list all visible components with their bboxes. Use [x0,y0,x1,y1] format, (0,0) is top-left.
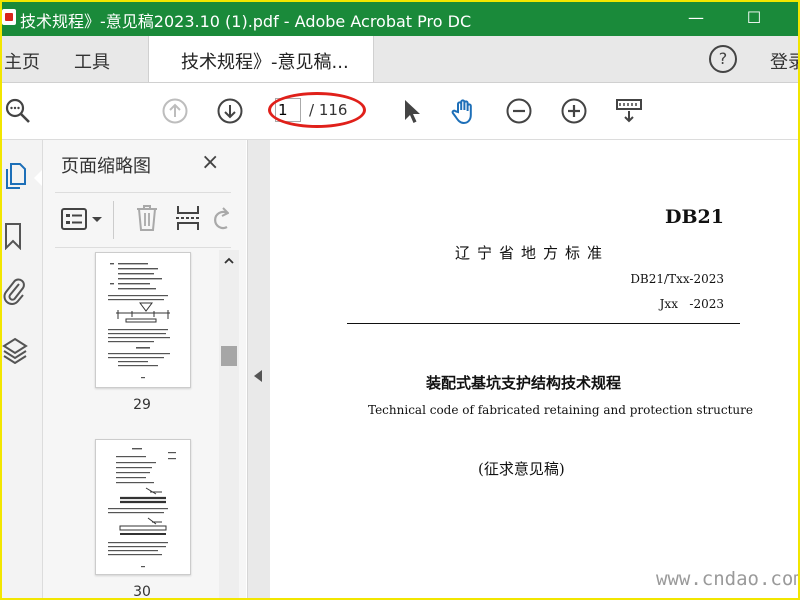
document-title-cn: 装配式基坑支护结构技术规程 [426,374,622,392]
bookmarks-icon[interactable] [4,222,22,250]
zoom-in-icon[interactable] [560,97,588,125]
tab-document[interactable]: 技术规程》-意见稿... [148,36,374,82]
thumbnail-toolbar [55,192,231,248]
standard-number-1: DB21/Txx-2023 [630,272,724,286]
layers-icon[interactable] [2,336,28,364]
tab-home[interactable]: 主页 [4,48,40,74]
select-cursor-icon[interactable] [398,97,426,125]
highlight-annotation-ellipse [268,92,366,128]
insert-page-icon[interactable] [175,203,201,233]
thumbnail-page-30-label: 30 [133,584,151,600]
help-icon[interactable]: ? [709,45,737,73]
tab-bar: 主页 工具 技术规程》-意见稿... ? 登录 [0,36,800,83]
header-rule [347,323,740,324]
zoom-marquee-icon[interactable] [615,97,643,125]
standard-number-2: Jxx -2023 [659,297,724,311]
panel-title: 页面缩略图 [61,156,151,177]
standard-code: DB21 [665,206,724,228]
scroll-thumb[interactable] [221,346,237,366]
title-bar: 技术规程》-意见稿2023.10 (1).pdf - Adobe Acrobat… [0,0,800,36]
rotate-page-icon[interactable] [213,205,229,233]
thumbnail-page-29-label: 29 [133,397,151,413]
tab-tools[interactable]: 工具 [74,48,110,74]
panel-collapse-strip[interactable] [247,140,270,600]
toolbar: / 116 [0,83,800,140]
toolbar-divider [113,201,114,239]
acrobat-app-icon [2,9,16,25]
thumbnail-page-29[interactable] [95,252,191,388]
next-page-icon[interactable] [216,97,244,125]
thumbnail-page-30[interactable] [95,439,191,575]
standard-name: 辽宁省地方标准 [455,244,610,262]
search-icon[interactable] [4,97,32,125]
navigation-rail [0,140,43,600]
scroll-up-icon[interactable] [222,254,236,268]
zoom-out-icon[interactable] [505,97,533,125]
window-title: 技术规程》-意见稿2023.10 (1).pdf - Adobe Acrobat… [20,12,472,31]
thumbnail-page-30-preview [108,448,176,568]
active-pointer [34,170,42,186]
login-link[interactable]: 登录 [770,48,800,74]
page-thumbnails-icon[interactable] [4,162,26,190]
page-thumbnails-panel: 页面缩略图 × 29 30 [43,140,246,600]
thumbnail-page-29-preview [108,263,170,379]
site-watermark: www.cndao.com [656,568,800,590]
thumbnail-options-icon[interactable] [61,207,105,233]
delete-page-icon[interactable] [135,203,159,233]
panel-close-button[interactable]: × [201,150,219,175]
hand-tool-icon[interactable] [450,97,478,125]
tab-document-label: 技术规程》-意见稿... [181,52,349,73]
document-page: DB21 辽宁省地方标准 DB21/Txx-2023 Jxx -2023 装配式… [270,140,800,600]
draft-note: (征求意见稿) [478,460,565,478]
attachments-icon[interactable] [2,276,26,306]
collapse-arrow-icon[interactable] [254,370,262,382]
previous-page-icon[interactable] [161,97,189,125]
minimize-button[interactable]: — [676,4,716,32]
maximize-button[interactable]: ☐ [734,4,774,32]
thumbnail-scrollbar[interactable] [219,250,239,600]
document-title-en: Technical code of fabricated retaining a… [368,403,753,417]
